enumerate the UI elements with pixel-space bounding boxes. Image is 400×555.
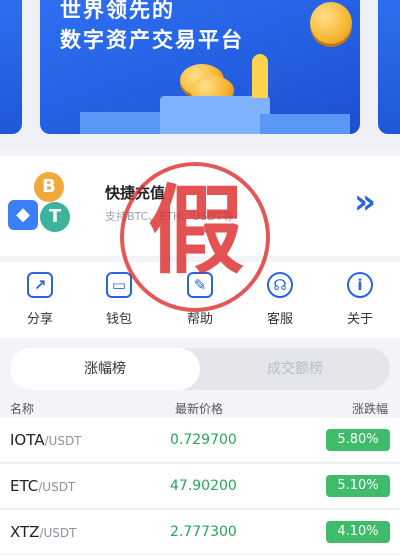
bitcoin-icon: B: [34, 172, 64, 202]
pair-symbol: IOTA/USDT: [10, 431, 82, 449]
customer-service-icon: ☊: [267, 272, 293, 298]
quote-symbol: /USDT: [38, 480, 76, 494]
banner-next-slide[interactable]: [378, 0, 400, 134]
banner-prev-slide[interactable]: [0, 0, 22, 134]
header-name: 名称: [10, 402, 35, 416]
gold-coin-icon: [310, 2, 352, 44]
double-chevron-right-icon[interactable]: »: [354, 182, 376, 222]
platform-illustration: [80, 112, 160, 134]
info-icon: i: [347, 272, 373, 298]
wallet-icon: ▭: [106, 272, 132, 298]
change-badge: 5.80%: [326, 429, 390, 451]
person-illustration: [252, 54, 268, 98]
ethereum-icon: ◆: [8, 200, 38, 230]
menu-label: 客服: [266, 312, 293, 327]
last-price: 47.90200: [170, 478, 237, 494]
menu-label: 关于: [346, 312, 373, 327]
platform-illustration: [160, 96, 270, 134]
menu-label: 分享: [26, 312, 53, 327]
ranking-tabs: 涨幅榜 成交额榜: [10, 348, 390, 390]
base-symbol: ETC: [10, 477, 39, 495]
platform-illustration: [260, 114, 350, 134]
fake-stamp-text: 假: [148, 174, 244, 287]
pair-symbol: ETC/USDT: [10, 477, 75, 495]
base-symbol: IOTA: [10, 431, 45, 449]
header-price: 最新价格: [175, 402, 224, 416]
share-icon: ↗: [27, 272, 53, 298]
pair-symbol: XTZ/USDT: [10, 523, 76, 541]
menu-item-share[interactable]: ↗ 分享: [10, 272, 70, 327]
change-badge: 5.10%: [326, 475, 390, 497]
quote-symbol: /USDT: [39, 526, 77, 540]
menu-item-about[interactable]: i 关于: [330, 272, 390, 327]
crypto-icons: B ◆ T: [8, 172, 70, 234]
last-price: 2.777300: [170, 524, 237, 540]
table-header: 名称 最新价格 涨跌幅: [0, 398, 400, 418]
table-row[interactable]: ETC/USDT 47.90200 5.10%: [0, 464, 400, 509]
quote-symbol: /USDT: [44, 434, 82, 448]
menu-label: 钱包: [105, 312, 132, 327]
menu-item-customer-service[interactable]: ☊ 客服: [250, 272, 310, 327]
change-badge: 4.10%: [326, 521, 390, 543]
tab-gainers[interactable]: 涨幅榜: [10, 348, 200, 390]
header-change: 涨跌幅: [352, 402, 389, 416]
tab-volume[interactable]: 成交额榜: [200, 348, 390, 390]
banner-subheadline: 数字资产交易平台: [60, 28, 244, 52]
banner-carousel[interactable]: 世界领先的 数字资产交易平台: [0, 0, 400, 150]
base-symbol: XTZ: [10, 523, 40, 541]
table-row[interactable]: IOTA/USDT 0.729700 5.80%: [0, 418, 400, 463]
banner-slide[interactable]: 世界领先的 数字资产交易平台: [40, 0, 360, 134]
last-price: 0.729700: [170, 432, 237, 448]
banner-headline: 世界领先的: [60, 0, 175, 22]
tether-icon: T: [40, 202, 70, 232]
